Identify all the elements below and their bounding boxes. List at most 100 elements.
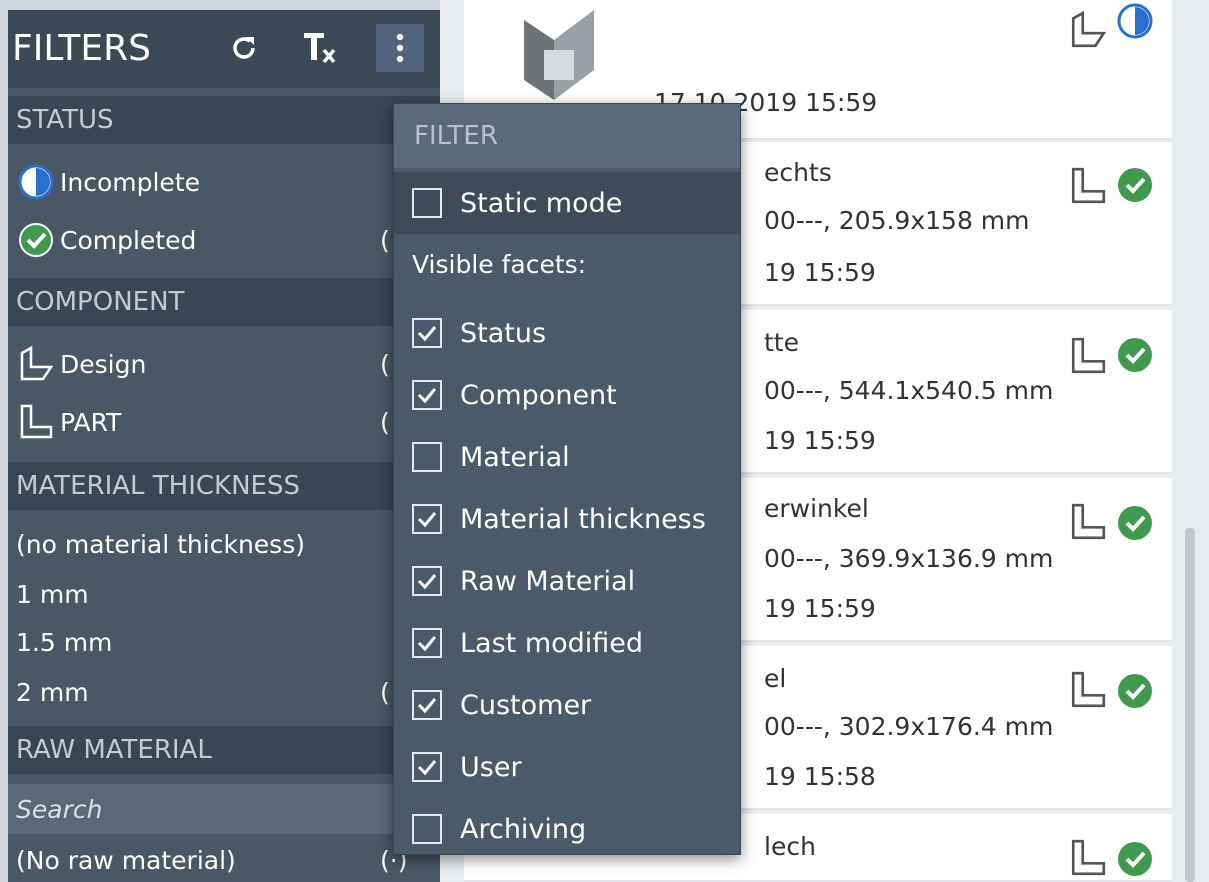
item-details: 00---, 205.9x158 mm [764,206,1030,235]
filter-item-label: (No raw material) [16,845,236,875]
part-icon [1071,839,1106,876]
static-mode-label: Static mode [460,187,623,219]
refresh-icon [233,37,255,59]
item-date: 19 15:59 [764,426,876,455]
filter-item-label: (no material thickness) [16,529,305,559]
raw-material-section-header[interactable]: RAW MATERIAL [8,726,440,774]
item-date: 19 15:59 [764,258,876,287]
part-thumbnail [524,10,594,100]
more-options-button[interactable] [376,24,424,72]
filter-item-label: Design [60,349,147,379]
popup-title: FILTER [394,104,740,168]
static-mode-checkbox[interactable]: Static mode [412,178,622,228]
filter-item-part[interactable]: PART ( [8,396,440,448]
filter-item-no-thickness[interactable]: (no material thickness) [8,518,440,570]
checkbox-checked [412,380,442,410]
checkbox-checked [412,566,442,596]
facet-checkbox-material-thickness[interactable]: Material thickness [412,494,706,544]
checkmark-icon [417,326,437,342]
facet-checkbox-user[interactable]: User [412,742,522,792]
facet-label: Archiving [460,813,587,845]
incomplete-icon [1117,3,1153,39]
vertical-ellipsis-icon [396,33,404,63]
completed-icon [16,220,56,260]
filter-item-design[interactable]: Design ( [8,338,440,390]
completed-icon [1118,674,1152,708]
facet-checkbox-archiving[interactable]: Archiving [412,804,586,854]
part-icon [1071,167,1106,204]
facet-label: Customer [460,689,592,721]
completed-icon [1118,506,1152,540]
filter-item-completed[interactable]: Completed ( [8,214,440,266]
item-name: tte [764,328,799,357]
facet-label: Status [460,317,547,349]
filter-item-2mm[interactable]: 2 mm ( [8,666,440,718]
filter-item-1-5mm[interactable]: 1.5 mm [8,616,440,668]
checkmark-icon [417,574,437,590]
checkmark-icon [417,512,437,528]
facet-label: Last modified [460,627,644,659]
status-section-header[interactable]: STATUS [8,96,440,144]
filter-item-count: ( [380,349,390,379]
facet-checkbox-material[interactable]: Material [412,432,570,482]
filters-panel: FILTERS STATUS Incomplete Completed (CO… [8,10,440,882]
clear-filter-icon [304,33,336,64]
checkbox-checked [412,752,442,782]
filter-item-no-raw-material[interactable]: (No raw material) (·) [8,834,440,882]
visible-facets-label: Visible facets: [412,250,587,279]
facet-checkbox-status[interactable]: Status [412,308,546,358]
part-icon [16,402,56,442]
checkbox-unchecked [412,814,442,844]
part-icon [1071,671,1106,708]
checkbox-checked [412,318,442,348]
checkbox-checked [412,690,442,720]
checkmark-icon [417,388,437,404]
item-name: erwinkel [764,494,869,523]
facet-checkbox-component[interactable]: Component [412,370,617,420]
facet-label: Component [460,379,617,411]
design-icon [16,344,56,384]
list-scrollbar[interactable] [1185,528,1195,882]
completed-icon [1118,168,1152,202]
item-details: 00---, 302.9x176.4 mm [764,712,1054,741]
design-icon [1071,10,1107,48]
filter-item-label: Incomplete [60,167,200,197]
component-section-header[interactable]: COMPONENT [8,278,440,326]
facet-label: Material [460,441,570,473]
filter-item-label: 1.5 mm [16,627,113,657]
facet-checkbox-last-modified[interactable]: Last modified [412,618,643,668]
filter-item-count: ( [380,407,390,437]
raw-material-search-input[interactable] [8,784,388,834]
checkbox-unchecked [412,442,442,472]
raw-material-search [8,784,440,834]
raw-material-section-title: RAW MATERIAL [16,735,212,765]
item-details: 00---, 544.1x540.5 mm [764,376,1054,405]
thickness-section-title: MATERIAL THICKNESS [16,471,300,501]
facet-label: Material thickness [460,503,706,535]
item-name: el [764,664,787,693]
filters-header: FILTERS [8,10,440,88]
checkmark-icon [417,636,437,652]
clear-filters-button[interactable] [298,24,346,72]
part-icon [1071,503,1106,540]
item-details: 00---, 369.9x136.9 mm [764,544,1054,573]
completed-icon [1118,842,1152,876]
filter-item-1mm[interactable]: 1 mm [8,568,440,620]
checkbox-checked [412,504,442,534]
filter-item-count: ( [380,225,390,255]
filter-item-label: 2 mm [16,677,89,707]
checkbox-checked [412,628,442,658]
refresh-button[interactable] [220,24,268,72]
facet-label: User [460,751,522,783]
filter-item-label: 1 mm [16,579,89,609]
facet-checkbox-customer[interactable]: Customer [412,680,591,730]
facet-checkbox-raw-material[interactable]: Raw Material [412,556,635,606]
checkmark-icon [417,760,437,776]
component-section-title: COMPONENT [16,287,185,317]
facet-label: Raw Material [460,565,636,597]
incomplete-icon [16,162,56,202]
thickness-section-header[interactable]: MATERIAL THICKNESS [8,462,440,510]
status-section-title: STATUS [16,105,114,135]
completed-icon [1118,338,1152,372]
filter-item-incomplete[interactable]: Incomplete [8,156,440,208]
